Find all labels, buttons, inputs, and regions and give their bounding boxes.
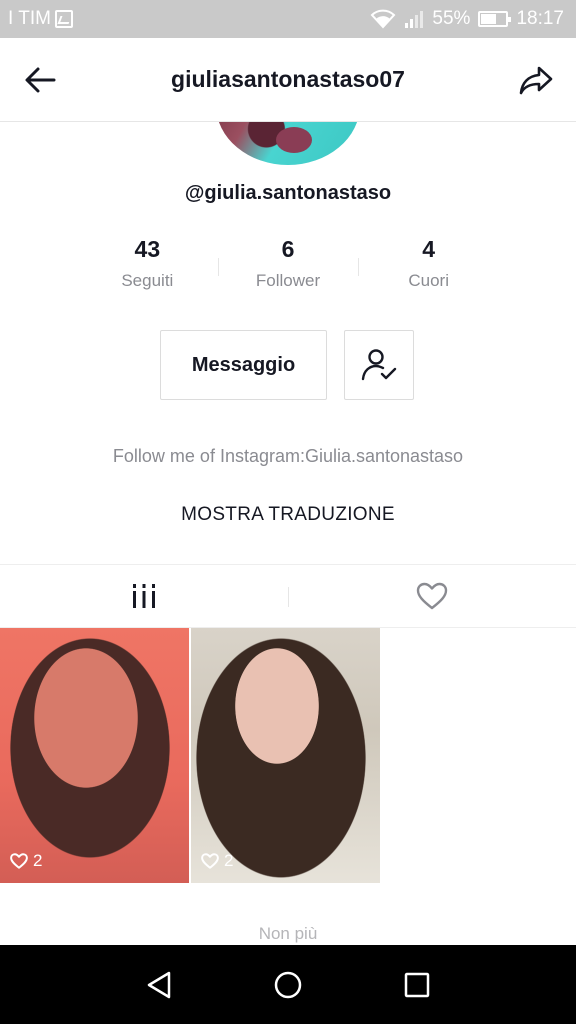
video-grid: 2 2: [0, 628, 576, 883]
heart-outline-icon: [416, 582, 448, 610]
grid-icon: [133, 584, 155, 608]
nav-home-button[interactable]: [268, 965, 308, 1005]
stat-followers[interactable]: 6 Follower: [217, 236, 359, 298]
followers-label: Follower: [255, 271, 321, 290]
video-likes: 2: [10, 851, 42, 871]
battery-percentage: 55%: [432, 8, 471, 29]
carrier-label: I TIM: [8, 8, 51, 29]
signal-icon: [405, 11, 424, 28]
wifi-icon: [371, 9, 396, 29]
heart-outline-icon: [10, 853, 28, 869]
message-button[interactable]: Messaggio: [160, 330, 327, 400]
tab-liked[interactable]: [288, 565, 576, 627]
user-check-icon: [361, 349, 397, 381]
likes-count: 4: [422, 236, 436, 262]
profile-handle: @giulia.santonastaso: [184, 182, 392, 204]
stat-likes[interactable]: 4 Cuori: [358, 236, 499, 298]
video-likes-count: 2: [33, 851, 43, 870]
share-icon: [519, 66, 553, 95]
heart-outline-icon: [201, 853, 219, 869]
profile-header: giuliasantonastaso07: [0, 38, 576, 122]
triangle-back-icon: [148, 971, 171, 998]
clock: 18:17: [516, 8, 564, 29]
system-navigation-bar: [0, 945, 576, 1024]
circle-home-icon: [274, 971, 302, 998]
nav-back-button[interactable]: [139, 965, 179, 1005]
video-thumbnail[interactable]: 2: [0, 628, 189, 883]
profile-bio: Follow me of Instagram:Giulia.santonasta…: [112, 446, 464, 466]
battery-icon: [478, 11, 512, 27]
following-status-button[interactable]: [344, 330, 414, 400]
following-label: Seguiti: [121, 271, 174, 290]
battery-fill: [481, 14, 496, 24]
tab-videos[interactable]: [0, 565, 288, 627]
end-of-list-text: Non più: [258, 924, 318, 943]
followers-count: 6: [281, 236, 295, 262]
nav-recents-button[interactable]: [397, 965, 437, 1005]
page-title: giuliasantonastaso07: [171, 66, 405, 92]
square-recents-icon: [404, 972, 429, 997]
video-thumbnail[interactable]: 2: [191, 628, 380, 883]
share-button[interactable]: [516, 60, 556, 100]
gallery-notification-icon: [54, 10, 73, 28]
stat-following[interactable]: 43 Seguiti: [77, 236, 218, 298]
profile-stats: 43 Seguiti 6 Follower 4 Cuori: [77, 236, 499, 298]
show-translation-button[interactable]: MOSTRA TRADUZIONE: [0, 504, 576, 526]
video-likes: 2: [201, 851, 233, 871]
status-bar: I TIM 55% 18:17: [0, 0, 576, 38]
video-likes-count: 2: [224, 851, 234, 870]
likes-label: Cuori: [408, 271, 449, 290]
profile-tabs: [0, 564, 576, 628]
following-count: 43: [134, 236, 161, 262]
